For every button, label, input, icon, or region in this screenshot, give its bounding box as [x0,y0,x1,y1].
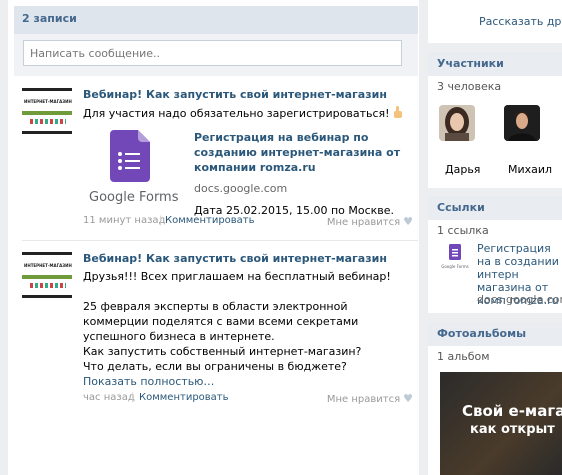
avatar[interactable] [439,105,475,141]
thumbnail-decoration [30,283,66,288]
like-button[interactable]: Мне нравится ♥ [327,215,413,228]
links-count[interactable]: 1 ссылка [428,220,562,241]
links-title[interactable]: Ссылки [428,196,562,220]
page: 2 записи Написать сообщение.. ИНТЕРНЕТ-М… [0,0,562,475]
message-input[interactable]: Написать сообщение.. [23,40,402,66]
thumbnail-bar [22,111,72,115]
svg-text:Google Forms: Google Forms [441,264,469,269]
post-time[interactable]: час назад [83,392,135,403]
album-cover-line1: Свой e-магази [462,402,562,420]
google-forms-icon[interactable]: Google Forms [440,242,470,270]
pointing-finger-icon [393,106,402,118]
google-forms-wordmark: Google Forms [89,190,179,205]
post-divider [22,240,418,241]
album-cover[interactable]: Свой e-магази как открыт [440,372,562,475]
comment-link[interactable]: Комментировать [165,215,255,226]
post-meta: час назад | Комментировать Мне нравится ♥ [83,392,413,406]
person-icon [504,105,540,141]
google-forms-icon [110,130,150,182]
post-time[interactable]: 11 минут назад [83,215,165,226]
attachment-domain: docs.google.com [194,182,288,195]
like-button[interactable]: Мне нравится ♥ [327,392,413,405]
attachment-title[interactable]: Регистрация на вебинар по созданию интер… [194,130,409,175]
thumbnail-label: ИНТЕРНЕТ-МАГАЗИН [24,263,72,268]
thumbnail-bar [22,275,72,279]
link-domain: docs.google.com [477,293,562,306]
member-name[interactable]: Михаил [508,163,552,176]
thumbnail-label: ИНТЕРНЕТ-МАГАЗИН [24,99,72,104]
post-body: Вебинар! Как запустить свой интернет-маг… [83,252,413,389]
members-count[interactable]: 3 человека [428,76,562,97]
wall-header: 2 записи [14,6,418,34]
albums-block: Фотоальбомы 1 альбом Свой e-магази как о… [428,322,562,475]
post-author-thumbnail[interactable]: ИНТЕРНЕТ-МАГАЗИН [22,88,72,134]
meta-separator: | [131,392,135,403]
composer: Написать сообщение.. [14,34,418,76]
post-author-thumbnail[interactable]: ИНТЕРНЕТ-МАГАЗИН [22,252,72,298]
albums-count[interactable]: 1 альбом [428,346,562,367]
like-label: Мне нравится [326,394,401,405]
post-text: Для участия надо обязательно зарегистрир… [83,106,413,121]
links-block: Ссылки 1 ссылка Google Forms Регистрация… [428,196,562,313]
wall-count-label[interactable]: 2 записи [22,12,77,25]
avatar[interactable] [504,105,540,141]
like-label: Мне нравится [326,217,401,228]
post-body: Вебинар! Как запустить свой интернет-маг… [83,88,413,121]
thumbnail-decoration [30,119,66,124]
album-cover-line2: как открыт [470,422,555,437]
members-title[interactable]: Участники [428,52,562,76]
post-title[interactable]: Вебинар! Как запустить свой интернет-маг… [83,252,413,266]
show-more-link[interactable]: Показать полностью… [83,374,413,389]
heart-icon: ♥ [403,215,413,228]
wall-post: ИНТЕРНЕТ-МАГАЗИН Вебинар! Как запустить … [22,252,418,412]
post-text-content: Для участия надо обязательно зарегистрир… [83,107,390,120]
post-meta: 11 минут назад | Комментировать Мне нрав… [83,215,413,229]
tell-friends-link[interactable]: Рассказать друзь [479,15,562,28]
sidebar: Рассказать друзь Участники 3 человека Да… [428,0,562,475]
post-text: Друзья!!! Всех приглашаем на бесплатный … [83,270,391,373]
heart-icon: ♥ [403,392,413,405]
link-attachment[interactable]: Google Forms Регистрация на вебинар по с… [83,124,413,217]
post-title[interactable]: Вебинар! Как запустить свой интернет-маг… [83,88,413,102]
wall-post: ИНТЕРНЕТ-МАГАЗИН Вебинар! Как запустить … [22,88,418,238]
person-icon [439,105,475,141]
albums-title[interactable]: Фотоальбомы [428,322,562,346]
comment-link[interactable]: Комментировать [139,392,229,403]
meta-separator: | [159,215,163,226]
member-name[interactable]: Дарья [445,163,480,176]
wall-column: 2 записи Написать сообщение.. ИНТЕРНЕТ-М… [8,0,419,475]
members-block: Участники 3 человека Дарья Михаил [428,52,562,188]
tell-friends-block: Рассказать друзь [428,0,562,43]
